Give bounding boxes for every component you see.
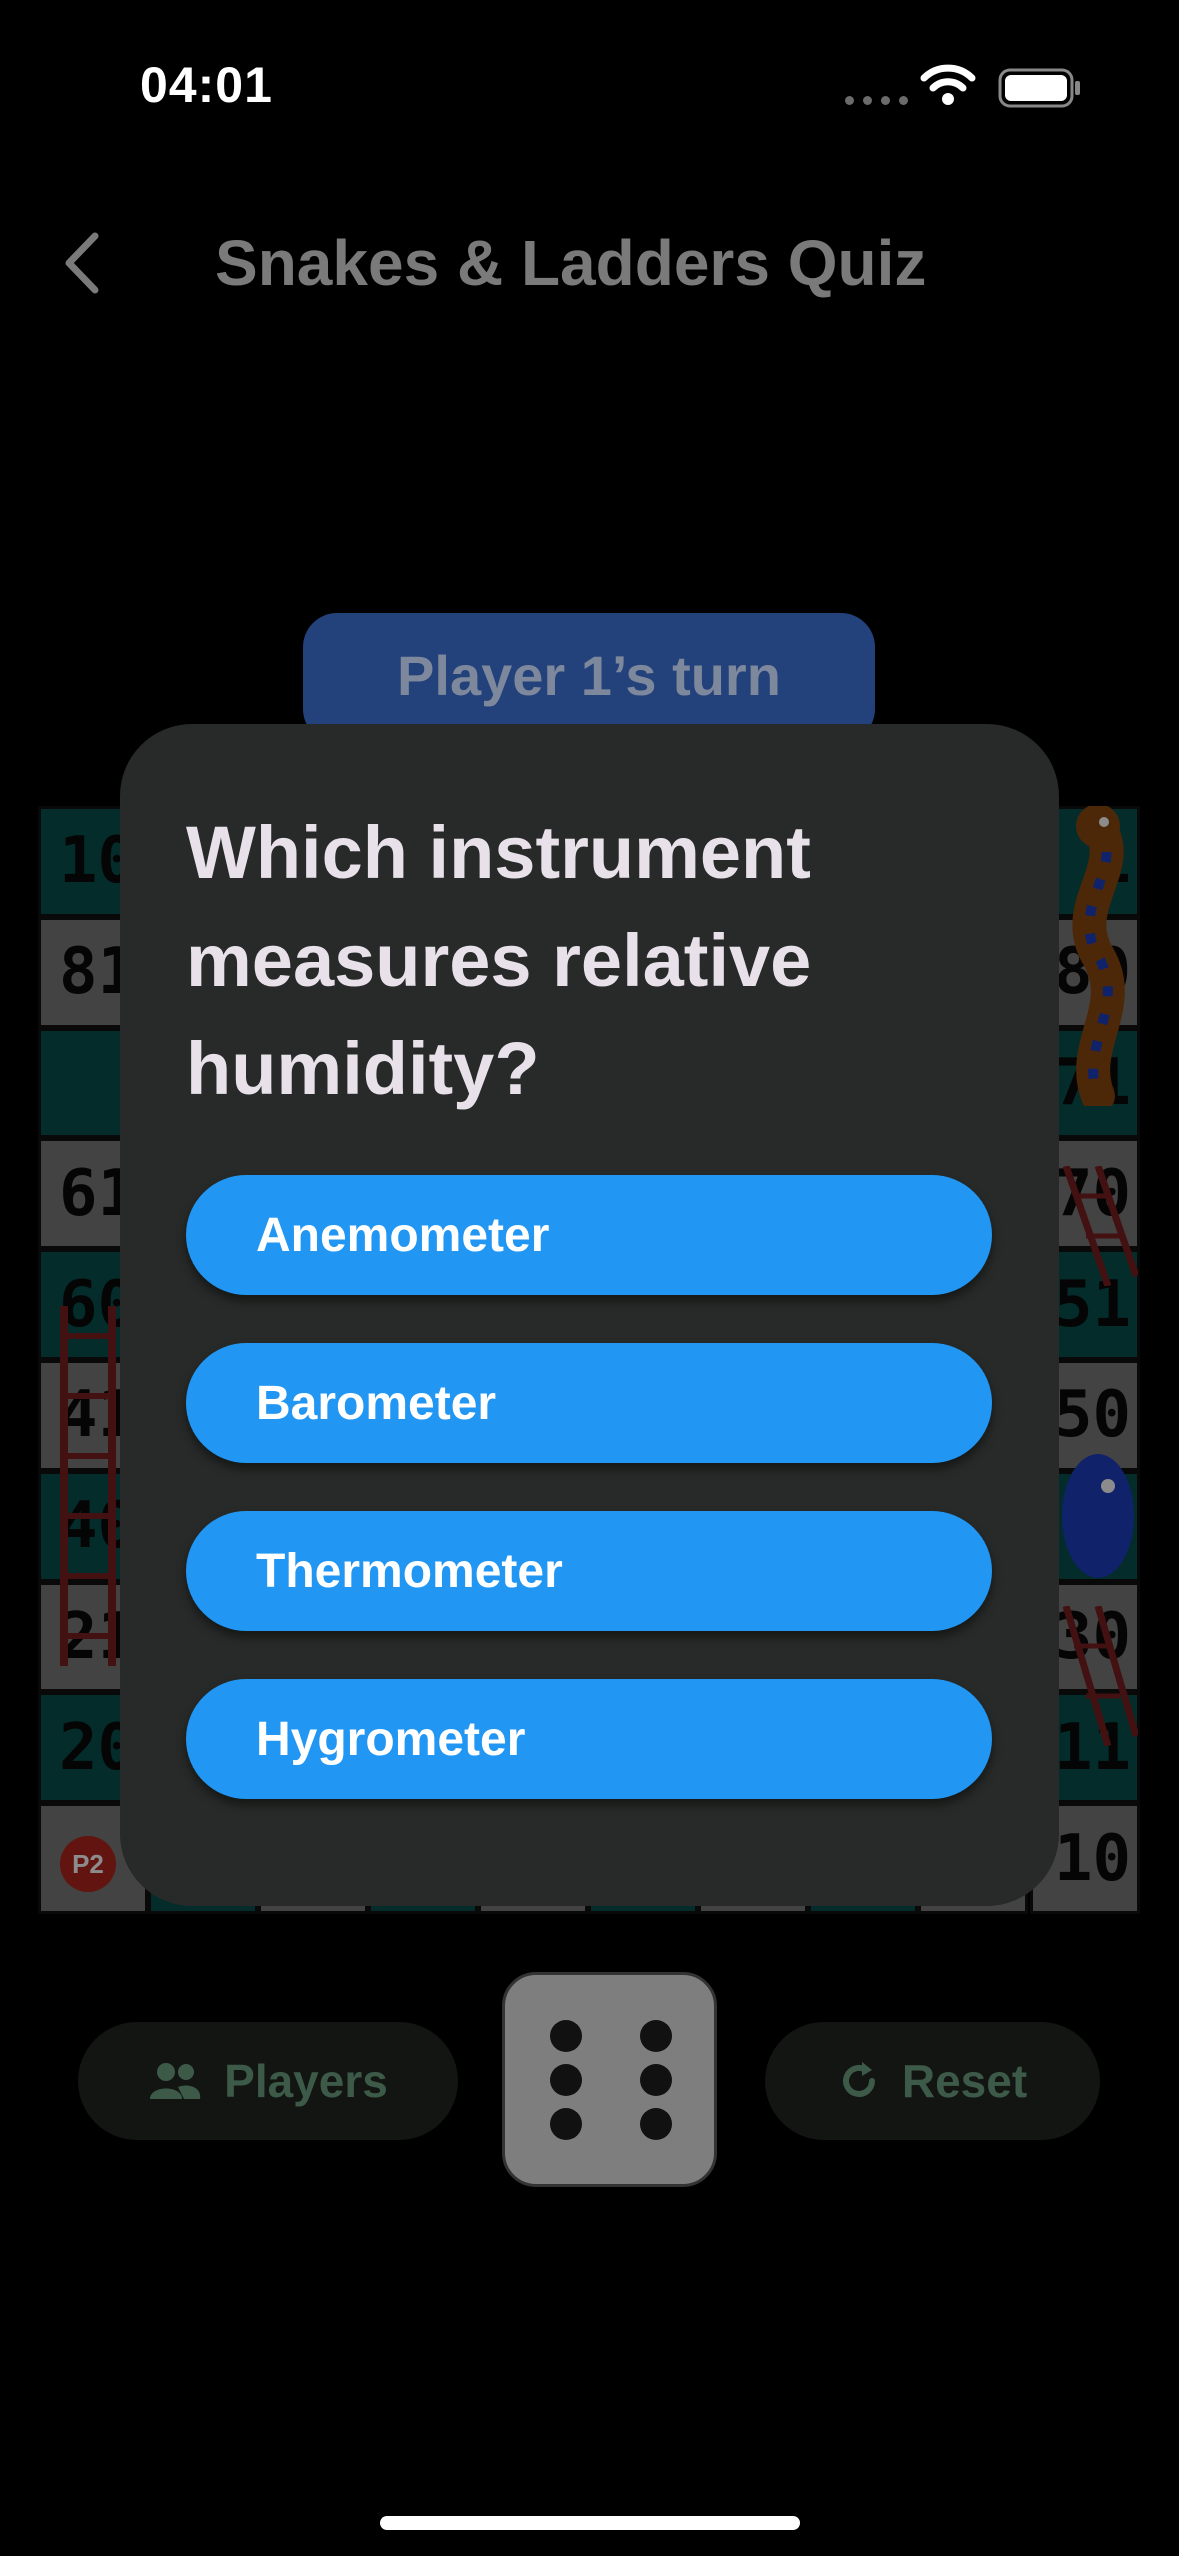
dice-button[interactable] (502, 1972, 717, 2187)
status-bar: 04:01 (0, 0, 1179, 170)
dice-pip (550, 2108, 582, 2140)
refresh-icon (842, 2062, 875, 2097)
people-icon (150, 2063, 201, 2099)
reset-label: Reset (901, 2055, 1028, 2107)
wifi-icon (920, 64, 976, 105)
quiz-dialog: Which instrument measures relative humid… (120, 724, 1059, 1906)
home-indicator (380, 2516, 800, 2530)
dice-pip (550, 2020, 582, 2052)
page-title: Snakes & Ladders Quiz (215, 227, 927, 299)
players-label: Players (224, 2055, 388, 2107)
dice-pip (640, 2108, 672, 2140)
chevron-left-icon (65, 232, 99, 294)
dice-pip (640, 2020, 672, 2052)
quiz-question: Which instrument measures relative humid… (186, 811, 812, 1110)
nav-bar: Snakes & Ladders Quiz (0, 200, 1179, 320)
dice-pip (640, 2064, 672, 2096)
signal-icon (845, 96, 908, 105)
answer-option-barometer[interactable]: Barometer (186, 1343, 992, 1463)
status-time: 04:01 (140, 57, 273, 113)
reset-button[interactable]: Reset (765, 2022, 1100, 2140)
back-button[interactable] (55, 228, 115, 298)
dice-pip (550, 2064, 582, 2096)
answer-option-thermometer[interactable]: Thermometer (186, 1511, 992, 1631)
players-button[interactable]: Players (78, 2022, 458, 2140)
battery-icon (998, 68, 1080, 108)
answer-option-hygrometer[interactable]: Hygrometer (186, 1679, 992, 1799)
answer-option-anemometer[interactable]: Anemometer (186, 1175, 992, 1295)
